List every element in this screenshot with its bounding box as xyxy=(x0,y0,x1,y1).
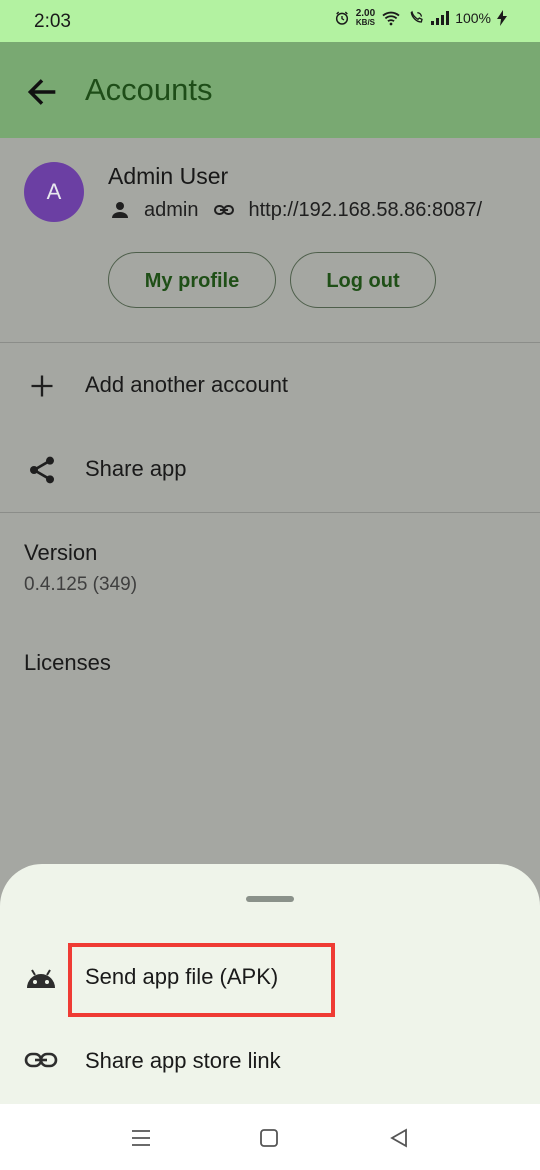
avatar-letter: A xyxy=(46,179,62,204)
user-name: Admin User xyxy=(108,163,229,189)
link-icon xyxy=(24,1052,58,1068)
system-nav-bar xyxy=(0,1104,540,1170)
version-title: Version xyxy=(24,540,98,565)
charging-icon xyxy=(497,10,507,26)
username: admin xyxy=(144,198,199,221)
person-icon xyxy=(112,202,128,218)
server-url: http://192.168.58.86:8087/ xyxy=(248,198,483,221)
share-app-item[interactable]: Share app xyxy=(85,456,187,482)
network-speed-value: 2.00 xyxy=(355,8,376,19)
home-icon[interactable] xyxy=(259,1128,279,1148)
arrow-back-icon[interactable] xyxy=(22,72,62,112)
highlight-box xyxy=(68,943,335,1017)
battery-level: 100% xyxy=(455,10,491,26)
share-icon xyxy=(30,456,54,484)
user-meta: admin http://192.168.58.86:8087/ xyxy=(108,198,482,222)
log-out-button[interactable]: Log out xyxy=(290,252,436,308)
add-account-item[interactable]: Add another account xyxy=(85,372,288,398)
android-icon xyxy=(27,969,55,988)
share-store-link-item[interactable]: Share app store link xyxy=(85,1048,281,1074)
avatar: A xyxy=(24,162,84,222)
link-icon xyxy=(214,205,235,215)
status-time: 2:03 xyxy=(34,11,71,32)
wifi-calling-icon xyxy=(410,10,423,23)
wifi-icon xyxy=(382,11,400,26)
version-value: 0.4.125 (349) xyxy=(24,574,138,595)
bottom-sheet: Send app file (APK) Share app store link xyxy=(0,864,540,1104)
page-title: Accounts xyxy=(85,72,213,107)
plus-icon xyxy=(31,375,53,397)
menu-icon[interactable] xyxy=(130,1129,152,1147)
sheet-drag-handle[interactable] xyxy=(246,896,294,902)
my-profile-button[interactable]: My profile xyxy=(108,252,276,308)
app-bar: Accounts xyxy=(0,42,540,138)
network-speed: 2.00 KB/S xyxy=(355,8,376,28)
status-icons: 2.00 KB/S 100% xyxy=(334,9,507,27)
signal-icon xyxy=(431,11,450,25)
divider xyxy=(0,342,540,343)
alarm-icon xyxy=(335,11,348,25)
divider xyxy=(0,512,540,513)
network-speed-unit: KB/S xyxy=(355,18,376,27)
back-nav-icon[interactable] xyxy=(388,1128,410,1148)
licenses-item[interactable]: Licenses xyxy=(24,650,111,676)
status-bar: 2:03 2.00 KB/S 100% xyxy=(0,0,540,42)
